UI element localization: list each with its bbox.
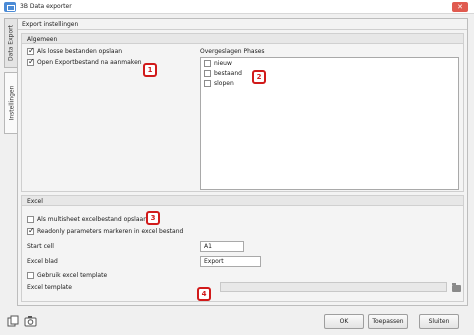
vertical-tab-strip: Data Export Instellingen	[4, 18, 18, 303]
exporter-window: 3B Data exporter ✕ Data Export Instellin…	[0, 0, 474, 335]
phase-label: nieuw	[214, 60, 232, 67]
checkbox[interactable]	[204, 80, 211, 87]
option-separate-files[interactable]: Als losse bestanden opslaan	[27, 46, 123, 55]
option-label: Readonly parameters markeren in excel be…	[37, 228, 184, 235]
excel-template-label: Excel template	[27, 284, 72, 291]
folder-icon[interactable]	[452, 283, 461, 292]
option-label: Gebruik excel template	[37, 272, 108, 279]
settings-panel: Export instellingen Algemeen Als losse b…	[17, 18, 468, 306]
section-excel-header: Excel	[21, 195, 464, 206]
callout-badge-1: 1	[143, 63, 157, 77]
section-title: Excel	[27, 198, 43, 205]
section-excel: Als multisheet excelbestand opslaan Read…	[21, 206, 464, 302]
phase-item-bestaand[interactable]: bestaand	[204, 70, 242, 77]
callout-badge-3: 3	[146, 211, 160, 225]
panel-header: Export instellingen	[18, 19, 467, 30]
app-logo-icon	[4, 2, 16, 12]
section-general: Als losse bestanden opslaan Open Exportb…	[21, 44, 464, 192]
section-title: Algemeen	[27, 36, 58, 43]
excel-sheet-input[interactable]: Export	[200, 256, 261, 267]
checkbox[interactable]	[27, 272, 34, 279]
phase-item-nieuw[interactable]: nieuw	[204, 60, 232, 67]
start-cell-label: Start cell	[27, 243, 54, 250]
checkbox[interactable]	[27, 46, 35, 55]
checkbox[interactable]	[27, 216, 34, 223]
phase-item-slopen[interactable]: slopen	[204, 80, 234, 87]
callout-badge-2: 2	[252, 70, 266, 84]
option-open-export[interactable]: Open Exportbestand na aanmaken	[27, 57, 142, 66]
phase-label: slopen	[214, 80, 234, 87]
option-readonly-params[interactable]: Readonly parameters markeren in excel be…	[27, 226, 184, 235]
camera-icon[interactable]	[24, 315, 37, 327]
checkbox[interactable]	[27, 226, 35, 235]
close-button[interactable]: Sluiten	[419, 314, 459, 329]
phases-label: Overgeslagen Phases	[200, 48, 265, 55]
tab-label: Instellingen	[8, 85, 15, 121]
callout-badge-4: 4	[197, 287, 211, 301]
apply-button[interactable]: Toepassen	[368, 314, 408, 329]
phases-list: nieuw bestaand slopen	[200, 57, 459, 190]
phase-label: bestaand	[214, 70, 242, 77]
excel-template-path-input[interactable]	[220, 282, 447, 292]
ok-button[interactable]: OK	[324, 314, 364, 329]
checkbox[interactable]	[27, 57, 35, 66]
copy-icon[interactable]	[7, 315, 19, 327]
checkbox[interactable]	[204, 70, 211, 77]
tab-instellingen[interactable]: Instellingen	[4, 72, 18, 134]
option-label: Als losse bestanden opslaan	[37, 48, 123, 55]
panel-title: Export instellingen	[22, 21, 79, 28]
option-multisheet[interactable]: Als multisheet excelbestand opslaan	[27, 216, 147, 223]
option-use-template[interactable]: Gebruik excel template	[27, 272, 107, 279]
tab-data-export[interactable]: Data Export	[4, 18, 18, 68]
start-cell-input[interactable]: A1	[200, 241, 244, 252]
tab-label: Data Export	[7, 25, 15, 61]
title-bar: 3B Data exporter ✕	[0, 0, 474, 14]
excel-sheet-label: Excel blad	[27, 258, 58, 265]
close-window-button[interactable]: ✕	[452, 2, 468, 12]
section-general-header: Algemeen	[21, 33, 464, 44]
option-label: Open Exportbestand na aanmaken	[37, 59, 142, 66]
option-label: Als multisheet excelbestand opslaan	[37, 216, 148, 223]
checkbox[interactable]	[204, 60, 211, 67]
window-title: 3B Data exporter	[20, 3, 72, 10]
